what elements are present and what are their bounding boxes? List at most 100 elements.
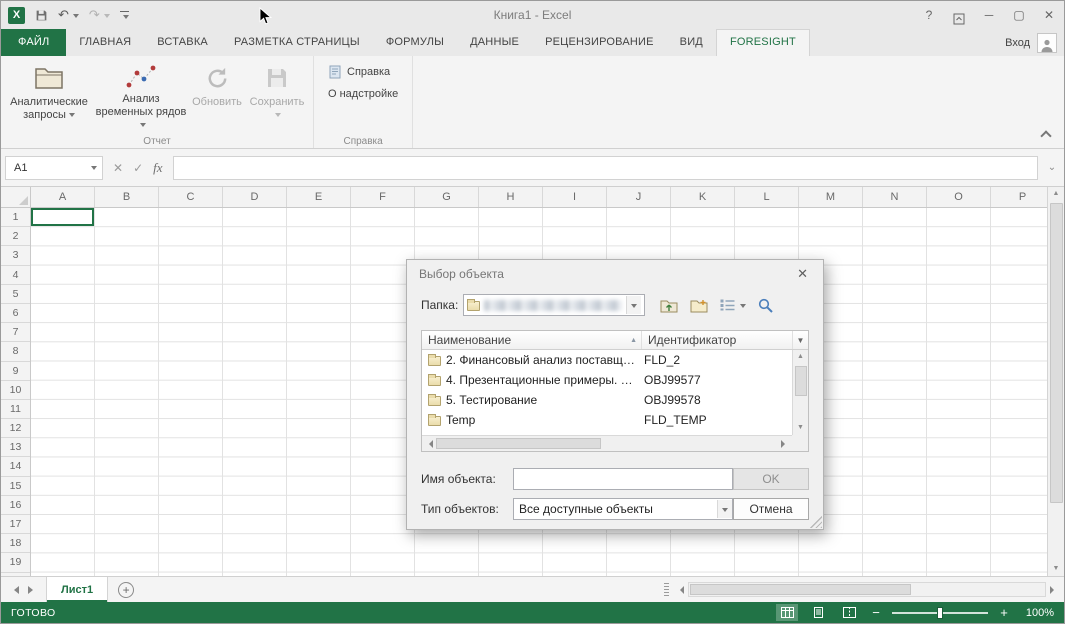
insert-function-icon[interactable]: fx [153,160,162,176]
help-ribbon-button[interactable]: Справка [324,63,402,81]
folder-combobox[interactable] [463,294,645,316]
horizontal-scrollbar[interactable] [688,582,1046,597]
page-break-view-button[interactable] [838,604,860,621]
sheet-tab-sheet1[interactable]: Лист1 [46,577,108,602]
expand-formula-bar-icon[interactable]: ⌄ [1044,162,1060,173]
dialog-resize-grip[interactable] [810,516,822,528]
object-row[interactable]: 2. Финансовый анализ поставщиковFLD_2 [422,350,792,370]
search-button[interactable] [758,298,773,313]
column-header-L[interactable]: L [735,187,799,207]
name-box[interactable]: A1 [5,156,103,180]
save-report-button[interactable]: Сохранить [245,59,309,132]
name-column-header[interactable]: Наименование ▲ [422,331,642,349]
select-all-corner[interactable] [1,187,31,208]
row-header-12[interactable]: 12 [1,419,30,438]
normal-view-button[interactable] [776,604,798,621]
tab-file[interactable]: ФАЙЛ [1,29,66,56]
cancel-entry-icon[interactable]: ✕ [113,161,123,175]
row-header-14[interactable]: 14 [1,457,30,476]
customize-qat-button[interactable] [120,11,129,20]
dialog-title-bar[interactable]: Выбор объекта ✕ [407,260,823,288]
column-header-I[interactable]: I [543,187,607,207]
object-row[interactable]: 4. Презентационные примеры. Допо...OBJ99… [422,370,792,390]
zoom-level[interactable]: 100% [1020,607,1054,619]
column-options-icon[interactable]: ▼ [792,331,808,349]
tab-review[interactable]: РЕЦЕНЗИРОВАНИЕ [532,29,667,56]
column-header-K[interactable]: K [671,187,735,207]
redo-dropdown-icon[interactable] [104,14,110,21]
table-scroll-right-icon[interactable] [781,440,789,448]
row-header-9[interactable]: 9 [1,362,30,381]
column-header-H[interactable]: H [479,187,543,207]
view-mode-button[interactable] [720,299,746,311]
table-hscroll-thumb[interactable] [436,438,601,449]
maximize-button[interactable]: ▢ [1004,1,1034,29]
horizontal-scroll-thumb[interactable] [690,584,911,595]
up-one-level-button[interactable] [660,298,678,313]
redo-button[interactable]: ↷ [89,7,110,23]
column-header-N[interactable]: N [863,187,927,207]
object-type-select[interactable]: Все доступные объекты [513,498,733,520]
table-horizontal-scrollbar[interactable] [422,435,792,451]
object-type-dropdown-icon[interactable] [717,500,732,518]
row-header-3[interactable]: 3 [1,246,30,265]
undo-button[interactable]: ↶ [58,7,79,23]
table-scroll-left-icon[interactable] [425,440,433,448]
column-header-E[interactable]: E [287,187,351,207]
folder-dropdown-icon[interactable] [626,296,641,314]
collapse-ribbon-icon[interactable] [1040,130,1051,141]
row-header-10[interactable]: 10 [1,381,30,400]
next-sheet-icon[interactable] [28,586,37,594]
page-layout-view-button[interactable] [807,604,829,621]
id-column-header[interactable]: Идентификатор [642,331,792,349]
row-header-18[interactable]: 18 [1,534,30,553]
dialog-close-icon[interactable]: ✕ [794,266,811,282]
zoom-in-button[interactable]: + [997,605,1011,620]
refresh-button[interactable]: Обновить [189,59,245,132]
column-header-C[interactable]: C [159,187,223,207]
prev-sheet-icon[interactable] [10,586,19,594]
object-name-input[interactable] [513,468,733,490]
new-folder-button[interactable] [690,298,708,313]
row-header-15[interactable]: 15 [1,477,30,496]
column-header-F[interactable]: F [351,187,415,207]
save-quick-button[interactable] [35,9,48,22]
tab-data[interactable]: ДАННЫЕ [457,29,532,56]
undo-dropdown-icon[interactable] [73,14,79,21]
tab-page-layout[interactable]: РАЗМЕТКА СТРАНИЦЫ [221,29,373,56]
tab-formulas[interactable]: ФОРМУЛЫ [373,29,457,56]
column-header-O[interactable]: O [927,187,991,207]
object-row[interactable]: 5. ТестированиеOBJ99578 [422,390,792,410]
row-header-16[interactable]: 16 [1,496,30,515]
scroll-right-icon[interactable] [1050,586,1058,594]
column-header-J[interactable]: J [607,187,671,207]
ok-button[interactable]: OK [733,468,809,490]
tab-view[interactable]: ВИД [667,29,716,56]
row-header-11[interactable]: 11 [1,400,30,419]
row-header-1[interactable]: 1 [1,208,30,227]
add-sheet-button[interactable]: + [118,582,134,598]
row-header-4[interactable]: 4 [1,266,30,285]
column-header-G[interactable]: G [415,187,479,207]
minimize-button[interactable]: ─ [974,1,1004,29]
row-header-17[interactable]: 17 [1,515,30,534]
column-header-P[interactable]: P [991,187,1047,207]
vertical-scrollbar[interactable]: ▲ ▼ [1047,187,1064,576]
row-header-19[interactable]: 19 [1,553,30,572]
scroll-left-icon[interactable] [676,586,684,594]
about-addin-button[interactable]: О надстройке [324,86,402,102]
row-header-2[interactable]: 2 [1,227,30,246]
column-header-D[interactable]: D [223,187,287,207]
analytic-queries-button[interactable]: Аналитические запросы [5,59,93,132]
row-header-5[interactable]: 5 [1,285,30,304]
sign-in[interactable]: Вход [1005,29,1064,56]
object-row[interactable]: TempFLD_TEMP [422,410,792,430]
name-box-dropdown-icon[interactable] [91,166,97,173]
tab-split-handle[interactable] [664,583,669,597]
table-scroll-down-icon[interactable]: ▼ [797,421,804,435]
scroll-up-icon[interactable]: ▲ [1053,187,1060,201]
zoom-slider[interactable] [892,612,988,614]
enter-entry-icon[interactable]: ✓ [133,161,143,175]
formula-input[interactable] [173,156,1038,180]
vertical-scroll-thumb[interactable] [1050,203,1063,503]
